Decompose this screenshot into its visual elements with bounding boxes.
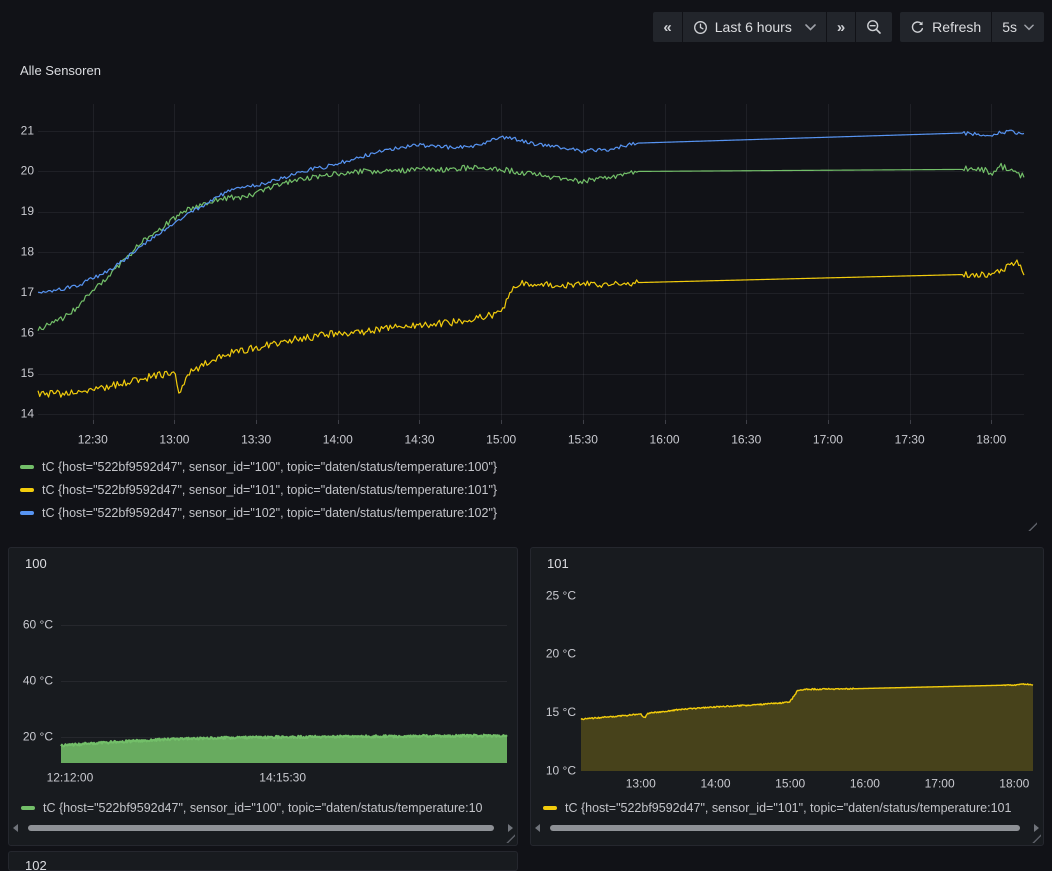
legend-item-label: tC {host="522bf9592d47", sensor_id="102"…: [42, 506, 497, 520]
chevron-down-icon: [805, 24, 816, 31]
scrollbar-track[interactable]: [22, 822, 504, 834]
clock-icon: [693, 20, 708, 35]
series-swatch: [20, 465, 34, 469]
panel-resize-handle[interactable]: [1031, 833, 1041, 843]
legend-item-sensor-102[interactable]: tC {host="522bf9592d47", sensor_id="102"…: [20, 501, 497, 524]
panel-101-legend[interactable]: tC {host="522bf9592d47", sensor_id="101"…: [543, 798, 1042, 818]
refresh-interval-label: 5s: [1002, 19, 1017, 35]
panel-resize-handle[interactable]: [1027, 521, 1037, 531]
panel-101: 101 tC {host="522bf9592d47", sensor_id="…: [530, 547, 1044, 846]
refresh-group: Refresh 5s: [900, 12, 1044, 42]
refresh-interval-button[interactable]: 5s: [992, 12, 1044, 42]
chevrons-left-icon: «: [663, 20, 671, 35]
time-range-group: « Last 6 hours »: [653, 12, 892, 42]
panel-resize-handle[interactable]: [505, 833, 515, 843]
refresh-label: Refresh: [932, 19, 981, 35]
scrollbar-thumb[interactable]: [28, 825, 494, 831]
time-shift-forward-button[interactable]: »: [827, 12, 855, 42]
legend-item-label: tC {host="522bf9592d47", sensor_id="100"…: [42, 460, 497, 474]
refresh-button[interactable]: Refresh: [900, 12, 991, 42]
main-chart-legend: tC {host="522bf9592d47", sensor_id="100"…: [20, 455, 497, 524]
panel-101-horizontal-scrollbar: [535, 822, 1039, 834]
legend-item-label: tC {host="522bf9592d47", sensor_id="100"…: [43, 801, 483, 815]
series-swatch: [20, 488, 34, 492]
panel-100-legend[interactable]: tC {host="522bf9592d47", sensor_id="100"…: [21, 798, 516, 818]
panel-102: 102: [8, 851, 518, 871]
legend-item-label: tC {host="522bf9592d47", sensor_id="101"…: [565, 801, 1011, 815]
scrollbar-track[interactable]: [544, 822, 1030, 834]
panel-101-chart-canvas[interactable]: [531, 548, 1043, 794]
panel-100: 100 tC {host="522bf9592d47", sensor_id="…: [8, 547, 518, 846]
main-chart-area: [8, 98, 1044, 458]
chevron-down-icon: [1024, 24, 1034, 31]
time-range-picker-button[interactable]: Last 6 hours: [683, 12, 826, 42]
legend-item-label: tC {host="522bf9592d47", sensor_id="101"…: [42, 483, 497, 497]
series-swatch: [20, 511, 34, 515]
legend-item-sensor-100[interactable]: tC {host="522bf9592d47", sensor_id="100"…: [20, 455, 497, 478]
dashboard-toolbar: « Last 6 hours » Refresh 5s: [653, 12, 1044, 42]
chevrons-right-icon: »: [837, 20, 845, 35]
scrollbar-thumb[interactable]: [550, 825, 1020, 831]
scroll-left-arrow-icon[interactable]: [13, 824, 18, 832]
main-chart-canvas[interactable]: [8, 98, 1044, 458]
panel-100-horizontal-scrollbar: [13, 822, 513, 834]
panel-title-alle-sensoren[interactable]: Alle Sensoren: [20, 63, 101, 78]
scroll-left-arrow-icon[interactable]: [535, 824, 540, 832]
series-swatch: [543, 806, 557, 810]
time-shift-back-button[interactable]: «: [653, 12, 681, 42]
scroll-right-arrow-icon[interactable]: [1034, 824, 1039, 832]
panel-100-chart-canvas[interactable]: [9, 548, 517, 792]
time-range-label: Last 6 hours: [715, 19, 792, 35]
scroll-right-arrow-icon[interactable]: [508, 824, 513, 832]
zoom-out-button[interactable]: [856, 12, 892, 42]
refresh-icon: [910, 20, 925, 35]
series-swatch: [21, 806, 35, 810]
zoom-out-icon: [866, 19, 882, 35]
legend-item-sensor-101[interactable]: tC {host="522bf9592d47", sensor_id="101"…: [20, 478, 497, 501]
